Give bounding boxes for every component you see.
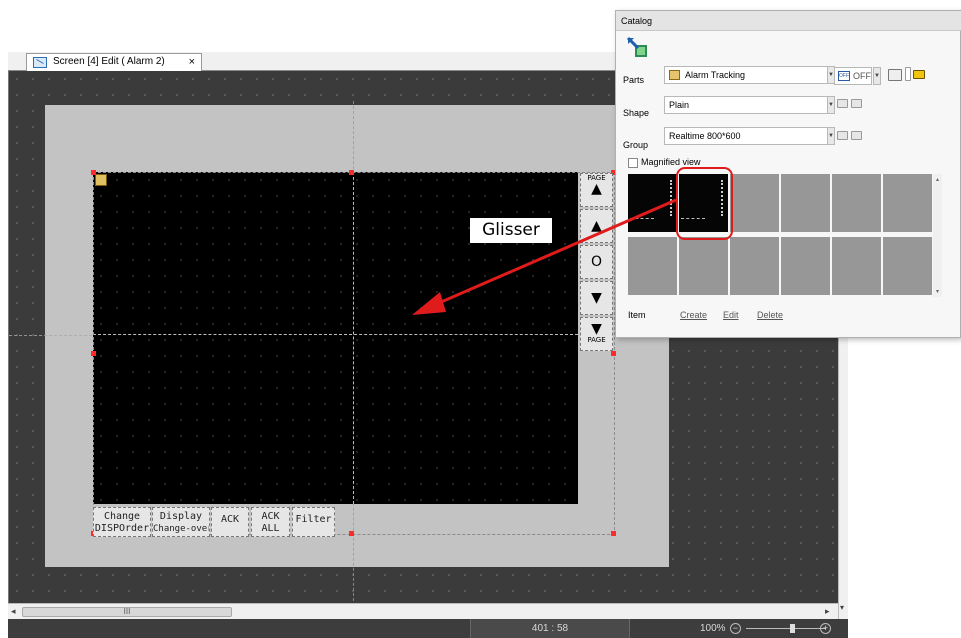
center-icon: O xyxy=(590,254,603,270)
thumbnail-item[interactable] xyxy=(730,174,779,232)
thumbnail-item[interactable] xyxy=(832,174,881,232)
parts-select[interactable]: Alarm Tracking ▼ xyxy=(664,66,835,84)
group-label: Group xyxy=(623,140,649,150)
scroll-down-button[interactable]: ▼ xyxy=(580,281,613,315)
drag-instruction-label: Glisser xyxy=(470,218,552,243)
screen-root: Screen [4] Edit ( Alarm 2) × PAGE ▲ ▲ O … xyxy=(0,0,961,638)
selected-part-highlight xyxy=(676,167,733,240)
thumbnail-item[interactable] xyxy=(883,237,932,295)
grip-icon: III xyxy=(123,607,131,616)
edit-link[interactable]: Edit xyxy=(723,310,739,320)
state-select[interactable]: OFF OFF xyxy=(834,67,872,85)
page-down-button[interactable]: ▼ PAGE xyxy=(580,317,613,351)
part-marker-icon xyxy=(95,174,107,186)
button-line: ALL xyxy=(261,523,280,534)
scroll-thumb[interactable]: III xyxy=(22,607,232,617)
item-label: Item xyxy=(628,310,646,320)
dropdown-arrow-icon[interactable] xyxy=(905,67,911,81)
catalog-title: Catalog xyxy=(616,11,961,31)
resize-handle-tm[interactable] xyxy=(349,170,354,175)
thumbnail-lines xyxy=(630,218,654,220)
folder-icon[interactable] xyxy=(913,70,925,79)
alarm-part-icon xyxy=(669,70,680,80)
button-line: Display xyxy=(159,511,203,522)
preview-icon[interactable] xyxy=(888,69,902,81)
state-dropdown-icon[interactable]: ▼ xyxy=(873,67,881,85)
group-select[interactable]: Realtime 800*600 ▼ xyxy=(664,127,835,145)
thumbnail-item[interactable] xyxy=(832,237,881,295)
button-line: ACK xyxy=(220,514,240,525)
magnified-view-label: Magnified view xyxy=(641,157,701,167)
catalog-parts-icon[interactable] xyxy=(626,36,648,58)
delete-link[interactable]: Delete xyxy=(757,310,783,320)
print-icon[interactable] xyxy=(851,131,862,140)
center-button[interactable]: O xyxy=(580,245,613,279)
group-value: Realtime 800*600 xyxy=(669,131,741,141)
arrow-down-icon: ▼ xyxy=(591,290,602,306)
thumbnail-item[interactable] xyxy=(730,237,779,295)
scroll-down-icon[interactable]: ▾ xyxy=(840,603,844,612)
thumbnail-scrollbar[interactable]: ▴ ▾ xyxy=(933,174,942,297)
state-value: OFF xyxy=(853,71,871,81)
resize-handle-tl[interactable] xyxy=(91,170,96,175)
zoom-in-icon[interactable]: + xyxy=(820,623,831,634)
tab-screen-edit[interactable]: Screen [4] Edit ( Alarm 2) × xyxy=(26,53,202,71)
zoom-slider[interactable] xyxy=(746,628,826,629)
page-up-icon: ▲ xyxy=(591,181,602,197)
parts-label: Parts xyxy=(623,75,645,85)
save-icon[interactable] xyxy=(837,99,848,108)
catalog-panel: Catalog Parts Alarm Tracking ▼ OFF OFF ▼… xyxy=(615,10,961,338)
dropdown-arrow-icon[interactable]: ▼ xyxy=(827,96,835,114)
thumbnail-bar xyxy=(668,180,672,216)
button-line: DISPOrder xyxy=(94,523,150,534)
scroll-left-icon[interactable]: ◂ xyxy=(11,606,16,617)
cursor-coordinates: 401 : 58 xyxy=(470,619,630,638)
resize-handle-bm[interactable] xyxy=(349,531,354,536)
thumbnail-item[interactable] xyxy=(781,237,830,295)
shape-value: Plain xyxy=(669,100,690,110)
magnified-view-checkbox[interactable] xyxy=(628,158,638,168)
filter-button[interactable]: Filter xyxy=(292,507,335,537)
zoom-out-icon[interactable]: − xyxy=(730,623,741,634)
scroll-up-icon[interactable]: ▴ xyxy=(933,176,942,183)
resize-handle-ml[interactable] xyxy=(91,351,96,356)
ack-button[interactable]: ACK xyxy=(211,507,249,537)
scroll-down-icon[interactable]: ▾ xyxy=(933,288,942,295)
zoom-level: 100% xyxy=(700,623,726,634)
status-bar: 401 : 58 100% − + xyxy=(8,619,848,638)
tab-close-button[interactable]: × xyxy=(189,54,195,70)
tab-label: Screen [4] Edit ( Alarm 2) xyxy=(53,56,165,67)
thumbnail-item[interactable] xyxy=(679,237,728,295)
button-line: Change xyxy=(103,511,141,522)
thumbnail-item[interactable] xyxy=(628,237,677,295)
print-icon[interactable] xyxy=(851,99,862,108)
ack-all-button[interactable]: ACK ALL xyxy=(251,507,290,537)
button-line: ACK xyxy=(261,511,280,522)
scroll-up-button[interactable]: ▲ xyxy=(580,209,613,243)
button-line: Change-over xyxy=(153,524,210,534)
thumbnail-item[interactable] xyxy=(781,174,830,232)
dropdown-arrow-icon[interactable]: ▼ xyxy=(827,127,835,145)
thumbnail-item[interactable] xyxy=(628,174,677,232)
arrow-up-icon: ▲ xyxy=(591,218,602,234)
resize-handle-br[interactable] xyxy=(611,531,616,536)
shape-select[interactable]: Plain ▼ xyxy=(664,96,835,114)
screen-icon xyxy=(33,57,47,68)
create-link[interactable]: Create xyxy=(680,310,707,320)
display-changeover-button[interactable]: Display Change-over xyxy=(152,507,210,537)
save-icon[interactable] xyxy=(837,131,848,140)
horizontal-scrollbar[interactable]: ◂ III ▸ xyxy=(8,603,838,619)
button-line: Filter xyxy=(295,514,332,525)
scroll-right-icon[interactable]: ▸ xyxy=(825,606,830,617)
parts-value: Alarm Tracking xyxy=(685,70,746,80)
shape-label: Shape xyxy=(623,108,650,118)
thumbnail-item[interactable] xyxy=(883,174,932,232)
change-disporder-button[interactable]: Change DISPOrder xyxy=(93,507,151,537)
off-state-icon: OFF xyxy=(838,71,850,81)
page-down-icon: ▼ xyxy=(591,321,602,337)
page-label: PAGE xyxy=(587,336,606,344)
resize-handle-mr[interactable] xyxy=(611,351,616,356)
page-up-button[interactable]: PAGE ▲ xyxy=(580,173,613,207)
zoom-slider-knob[interactable] xyxy=(790,624,795,633)
